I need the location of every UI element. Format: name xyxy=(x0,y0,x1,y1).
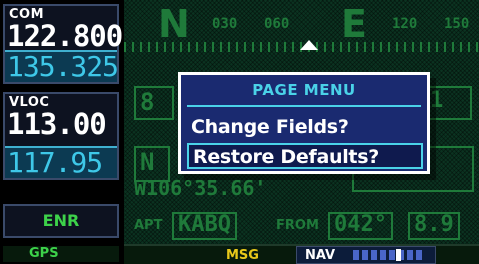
compass-north-label: N xyxy=(158,2,190,46)
page-group-progress xyxy=(353,250,423,260)
com-standby-frequency[interactable]: 135.325 xyxy=(5,50,119,82)
menu-item-restore-defaults[interactable]: Restore Defaults? xyxy=(187,143,423,169)
frequency-panel: COM 122.800 135.325 VLOC 113.00 117.95 E… xyxy=(0,0,123,262)
airport-identifier: KABQ xyxy=(172,212,237,240)
flight-phase-indicator: ENR xyxy=(3,204,119,238)
data-field: 8 xyxy=(134,86,174,120)
from-label: FROM xyxy=(276,218,319,233)
status-bar: MSG NAV xyxy=(124,244,479,264)
page-menu-popup: PAGE MENU Change Fields? Restore Default… xyxy=(178,72,430,174)
apt-label: APT xyxy=(134,218,163,233)
data-field: 1 xyxy=(424,86,472,120)
com-active-frequency: 122.800 xyxy=(7,19,123,53)
compass-number: 150 xyxy=(444,16,470,32)
compass-number: 060 xyxy=(264,16,290,32)
menu-item-change-fields[interactable]: Change Fields? xyxy=(187,115,419,141)
com-frequency-box[interactable]: COM 122.800 135.325 xyxy=(3,4,123,84)
heading-pointer-icon xyxy=(300,40,318,50)
vloc-active-frequency: 113.00 xyxy=(7,107,107,141)
compass-number: 120 xyxy=(392,16,418,32)
waypoint-row: APT KABQ FROM 042° 8.9 xyxy=(124,210,479,240)
nav-page-indicator: NAV xyxy=(296,246,436,264)
bearing-value: 042° xyxy=(328,212,393,240)
vloc-frequency-box[interactable]: VLOC 113.00 117.95 xyxy=(3,92,119,180)
compass-east-label: E xyxy=(341,2,367,46)
nav-label: NAV xyxy=(305,248,336,263)
message-annunciator[interactable]: MSG xyxy=(226,248,259,263)
gps-screen: COM 122.800 135.325 VLOC 113.00 117.95 E… xyxy=(0,0,479,264)
menu-divider xyxy=(187,105,421,107)
current-page-marker xyxy=(396,249,401,261)
vloc-standby-frequency[interactable]: 117.95 xyxy=(5,146,117,178)
distance-value: 8.9 xyxy=(408,212,460,240)
page-menu-title: PAGE MENU xyxy=(252,81,356,99)
cdi-source-label: GPS xyxy=(3,246,119,262)
compass-number: 030 xyxy=(212,16,238,32)
longitude-readout: W106°35.66' xyxy=(134,176,267,200)
